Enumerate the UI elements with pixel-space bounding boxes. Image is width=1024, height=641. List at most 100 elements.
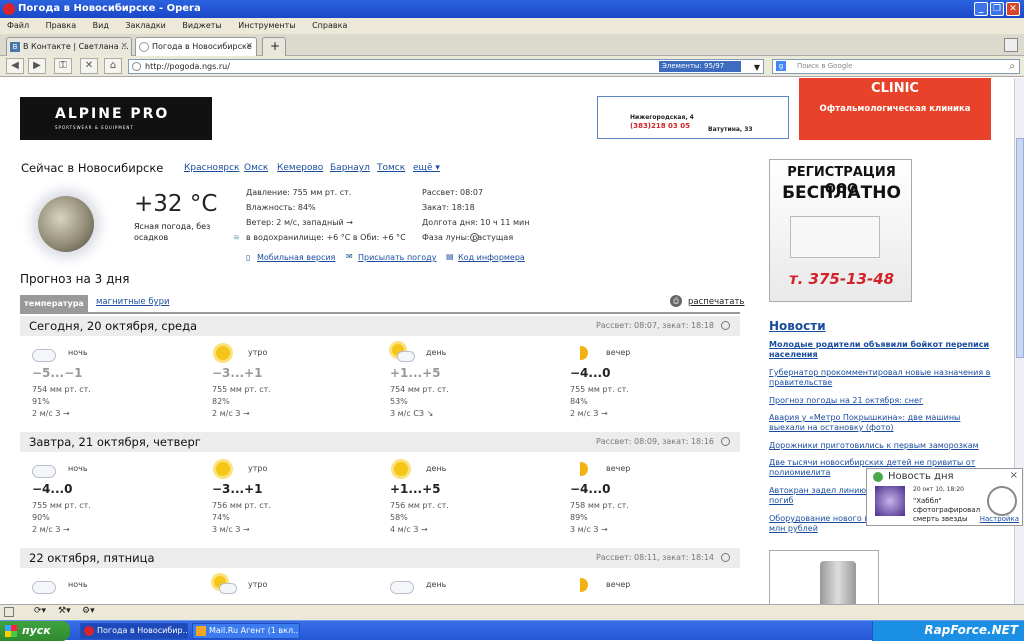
menu-file[interactable]: Файл bbox=[7, 21, 29, 30]
taskbar-item-opera[interactable]: Погода в Новосибир... bbox=[80, 623, 188, 639]
popup-close-icon[interactable]: × bbox=[1010, 470, 1018, 481]
news-item[interactable]: Дорожники приготовились к первым замороз… bbox=[769, 441, 995, 451]
notification-icon bbox=[873, 472, 883, 482]
cloud-moon-icon bbox=[32, 344, 56, 362]
period-pressure: 755 мм рт. ст. bbox=[32, 501, 91, 510]
tab-label: В Контакте | Светлана ... bbox=[23, 42, 129, 51]
print-icon[interactable]: ⎙ bbox=[670, 295, 682, 307]
tools-icon[interactable]: ⚒▾ bbox=[58, 606, 71, 616]
menu-edit[interactable]: Правка bbox=[46, 21, 76, 30]
send-weather-link[interactable]: Присылать погоду bbox=[358, 253, 436, 262]
informer-code-link[interactable]: Код информера bbox=[458, 253, 525, 262]
forecast-period: утро −3...+1 756 мм рт. ст. 74% 3 м/с З → bbox=[200, 460, 350, 534]
period-label: день bbox=[426, 348, 447, 357]
alpine-pro-ad[interactable]: ALPINE PRO SPORTSWEAR & EQUIPMENT bbox=[20, 97, 212, 140]
tab-vkontakte[interactable]: В В Контакте | Светлана ... × bbox=[6, 37, 132, 56]
period-label: утро bbox=[248, 464, 268, 473]
city-link-more[interactable]: ещё ▾ bbox=[413, 163, 440, 173]
clinic-ad[interactable]: CLINIC Офтальмологическая клиника bbox=[799, 78, 991, 140]
period-humidity: 90% bbox=[32, 513, 50, 522]
city-link-omsk[interactable]: Омск bbox=[244, 163, 268, 173]
current-description: Ясная погода, без осадков bbox=[134, 222, 211, 242]
city-link-tomsk[interactable]: Томск bbox=[377, 163, 405, 173]
news-title[interactable]: Новости bbox=[769, 319, 826, 333]
period-label: вечер bbox=[606, 464, 631, 473]
ad-phone: (383)218 03 05 bbox=[630, 122, 690, 130]
dropdown-icon[interactable]: ▼ bbox=[754, 61, 760, 74]
wind: Ветер: 2 м/с, западный → bbox=[246, 218, 353, 227]
period-wind: 2 м/с З → bbox=[570, 409, 608, 418]
period-humidity: 84% bbox=[570, 397, 588, 406]
period-pressure: 754 мм рт. ст. bbox=[32, 385, 91, 394]
news-item[interactable]: Молодые родители объявили бойкот перепис… bbox=[769, 340, 995, 360]
close-icon[interactable]: ✕ bbox=[1006, 2, 1020, 16]
new-tab-button[interactable]: + bbox=[262, 37, 286, 56]
day-sun-times: Рассвет: 08:07, закат: 18:18 bbox=[595, 321, 714, 330]
moon-icon bbox=[570, 576, 594, 594]
menu-help[interactable]: Справка bbox=[312, 21, 347, 30]
address-bar[interactable]: http://pogoda.ngs.ru/ Элементы: 95/97 ▼ bbox=[128, 59, 764, 74]
moon-phase-icon bbox=[721, 437, 730, 446]
forecast-day-header: Завтра, 21 октября, четверг Рассвет: 08:0… bbox=[20, 432, 740, 452]
day-name: Завтра, 21 октября, четверг bbox=[29, 435, 201, 449]
print-link[interactable]: распечатать bbox=[688, 297, 744, 307]
period-label: вечер bbox=[606, 580, 631, 589]
menu-bookmarks[interactable]: Закладки bbox=[125, 21, 165, 30]
scrollbar-thumb[interactable] bbox=[1016, 138, 1024, 358]
forward-icon[interactable]: ▶ bbox=[28, 58, 46, 74]
city-link-kemerovo[interactable]: Кемерово bbox=[277, 163, 323, 173]
taskbar-item-mailru[interactable]: Mail.Ru Агент (1 вкл... bbox=[192, 623, 300, 639]
tab-close-icon[interactable]: × bbox=[120, 38, 128, 55]
moon-phase-icon bbox=[721, 321, 730, 330]
menu-tools[interactable]: Инструменты bbox=[238, 21, 295, 30]
news-item[interactable]: Губернатор прокомментировал новые назнач… bbox=[769, 368, 995, 388]
menu-view[interactable]: Вид bbox=[93, 21, 109, 30]
current-temperature: +32 °C bbox=[134, 191, 218, 217]
globe-icon bbox=[139, 42, 149, 52]
period-label: утро bbox=[248, 580, 268, 589]
news-popup[interactable]: Новость дня × 20 окт 10, 18:20 "Хаббл" с… bbox=[866, 468, 1023, 526]
maximize-icon[interactable]: ❐ bbox=[990, 2, 1004, 16]
news-item[interactable]: Авария у «Метро Покрышкина»: две машины … bbox=[769, 413, 995, 433]
stop-icon[interactable]: ✕ bbox=[80, 58, 98, 74]
popup-text[interactable]: "Хаббл" сфотографировал смерть звезды bbox=[913, 497, 985, 524]
partly-cloudy-icon bbox=[212, 576, 237, 594]
back-icon[interactable]: ◀ bbox=[6, 58, 24, 74]
home-icon[interactable]: ⌂ bbox=[104, 58, 122, 74]
city-link-krasnoyarsk[interactable]: Красноярск bbox=[184, 163, 239, 173]
clinic-desc: Офтальмологическая клиника bbox=[819, 104, 971, 114]
period-pressure: 755 мм рт. ст. bbox=[212, 385, 271, 394]
registration-ad[interactable]: РЕГИСТРАЦИЯ ООО БЕСПЛАТНО т. 375-13-48 bbox=[769, 159, 912, 302]
key-icon[interactable]: ⚿ bbox=[54, 58, 72, 74]
tab-temperature[interactable]: температура bbox=[20, 295, 88, 312]
minimize-icon[interactable]: _ bbox=[974, 2, 988, 16]
sunset: Закат: 18:18 bbox=[422, 203, 475, 212]
nebula-image bbox=[875, 486, 905, 516]
period-wind: 3 м/с З → bbox=[212, 525, 250, 534]
cloud-moon-icon bbox=[32, 576, 56, 594]
sun-icon bbox=[212, 344, 236, 362]
tab-pogoda[interactable]: Погода в Новосибирске × bbox=[135, 37, 257, 56]
news-item[interactable]: Прогноз погоды на 21 октября: снег bbox=[769, 396, 995, 406]
period-wind: 2 м/с З → bbox=[212, 409, 250, 418]
mobile-version-link[interactable]: Мобильная версия bbox=[257, 253, 335, 262]
settings-icon[interactable]: ⚙▾ bbox=[82, 606, 95, 616]
tab-magnetic-storms[interactable]: магнитные бури bbox=[96, 297, 170, 307]
tab-close-icon[interactable]: × bbox=[245, 38, 253, 55]
trash-icon[interactable] bbox=[1004, 38, 1018, 52]
sync-icon[interactable]: ⟳▾ bbox=[34, 606, 46, 616]
menu-widgets[interactable]: Виджеты bbox=[182, 21, 221, 30]
city-link-barnaul[interactable]: Барнаул bbox=[330, 163, 370, 173]
search-icon[interactable]: ⌕ bbox=[1009, 60, 1015, 73]
mail-icon: ✉ bbox=[346, 252, 353, 261]
search-input[interactable]: g Поиск в Google ⌕ bbox=[772, 59, 1020, 74]
google-icon[interactable]: g bbox=[776, 61, 786, 71]
popup-settings-link[interactable]: Настройка bbox=[980, 515, 1019, 523]
vacuum-ad[interactable] bbox=[769, 550, 879, 604]
task-label: Погода в Новосибир... bbox=[97, 626, 188, 635]
period-wind: 2 м/с З → bbox=[32, 525, 70, 534]
optics-ad[interactable]: Нижегородская, 4 (383)218 03 05 Ватутина… bbox=[597, 96, 789, 139]
start-button[interactable]: пуск bbox=[0, 621, 70, 641]
panel-toggle-icon[interactable] bbox=[4, 607, 14, 617]
period-label: ночь bbox=[68, 580, 88, 589]
